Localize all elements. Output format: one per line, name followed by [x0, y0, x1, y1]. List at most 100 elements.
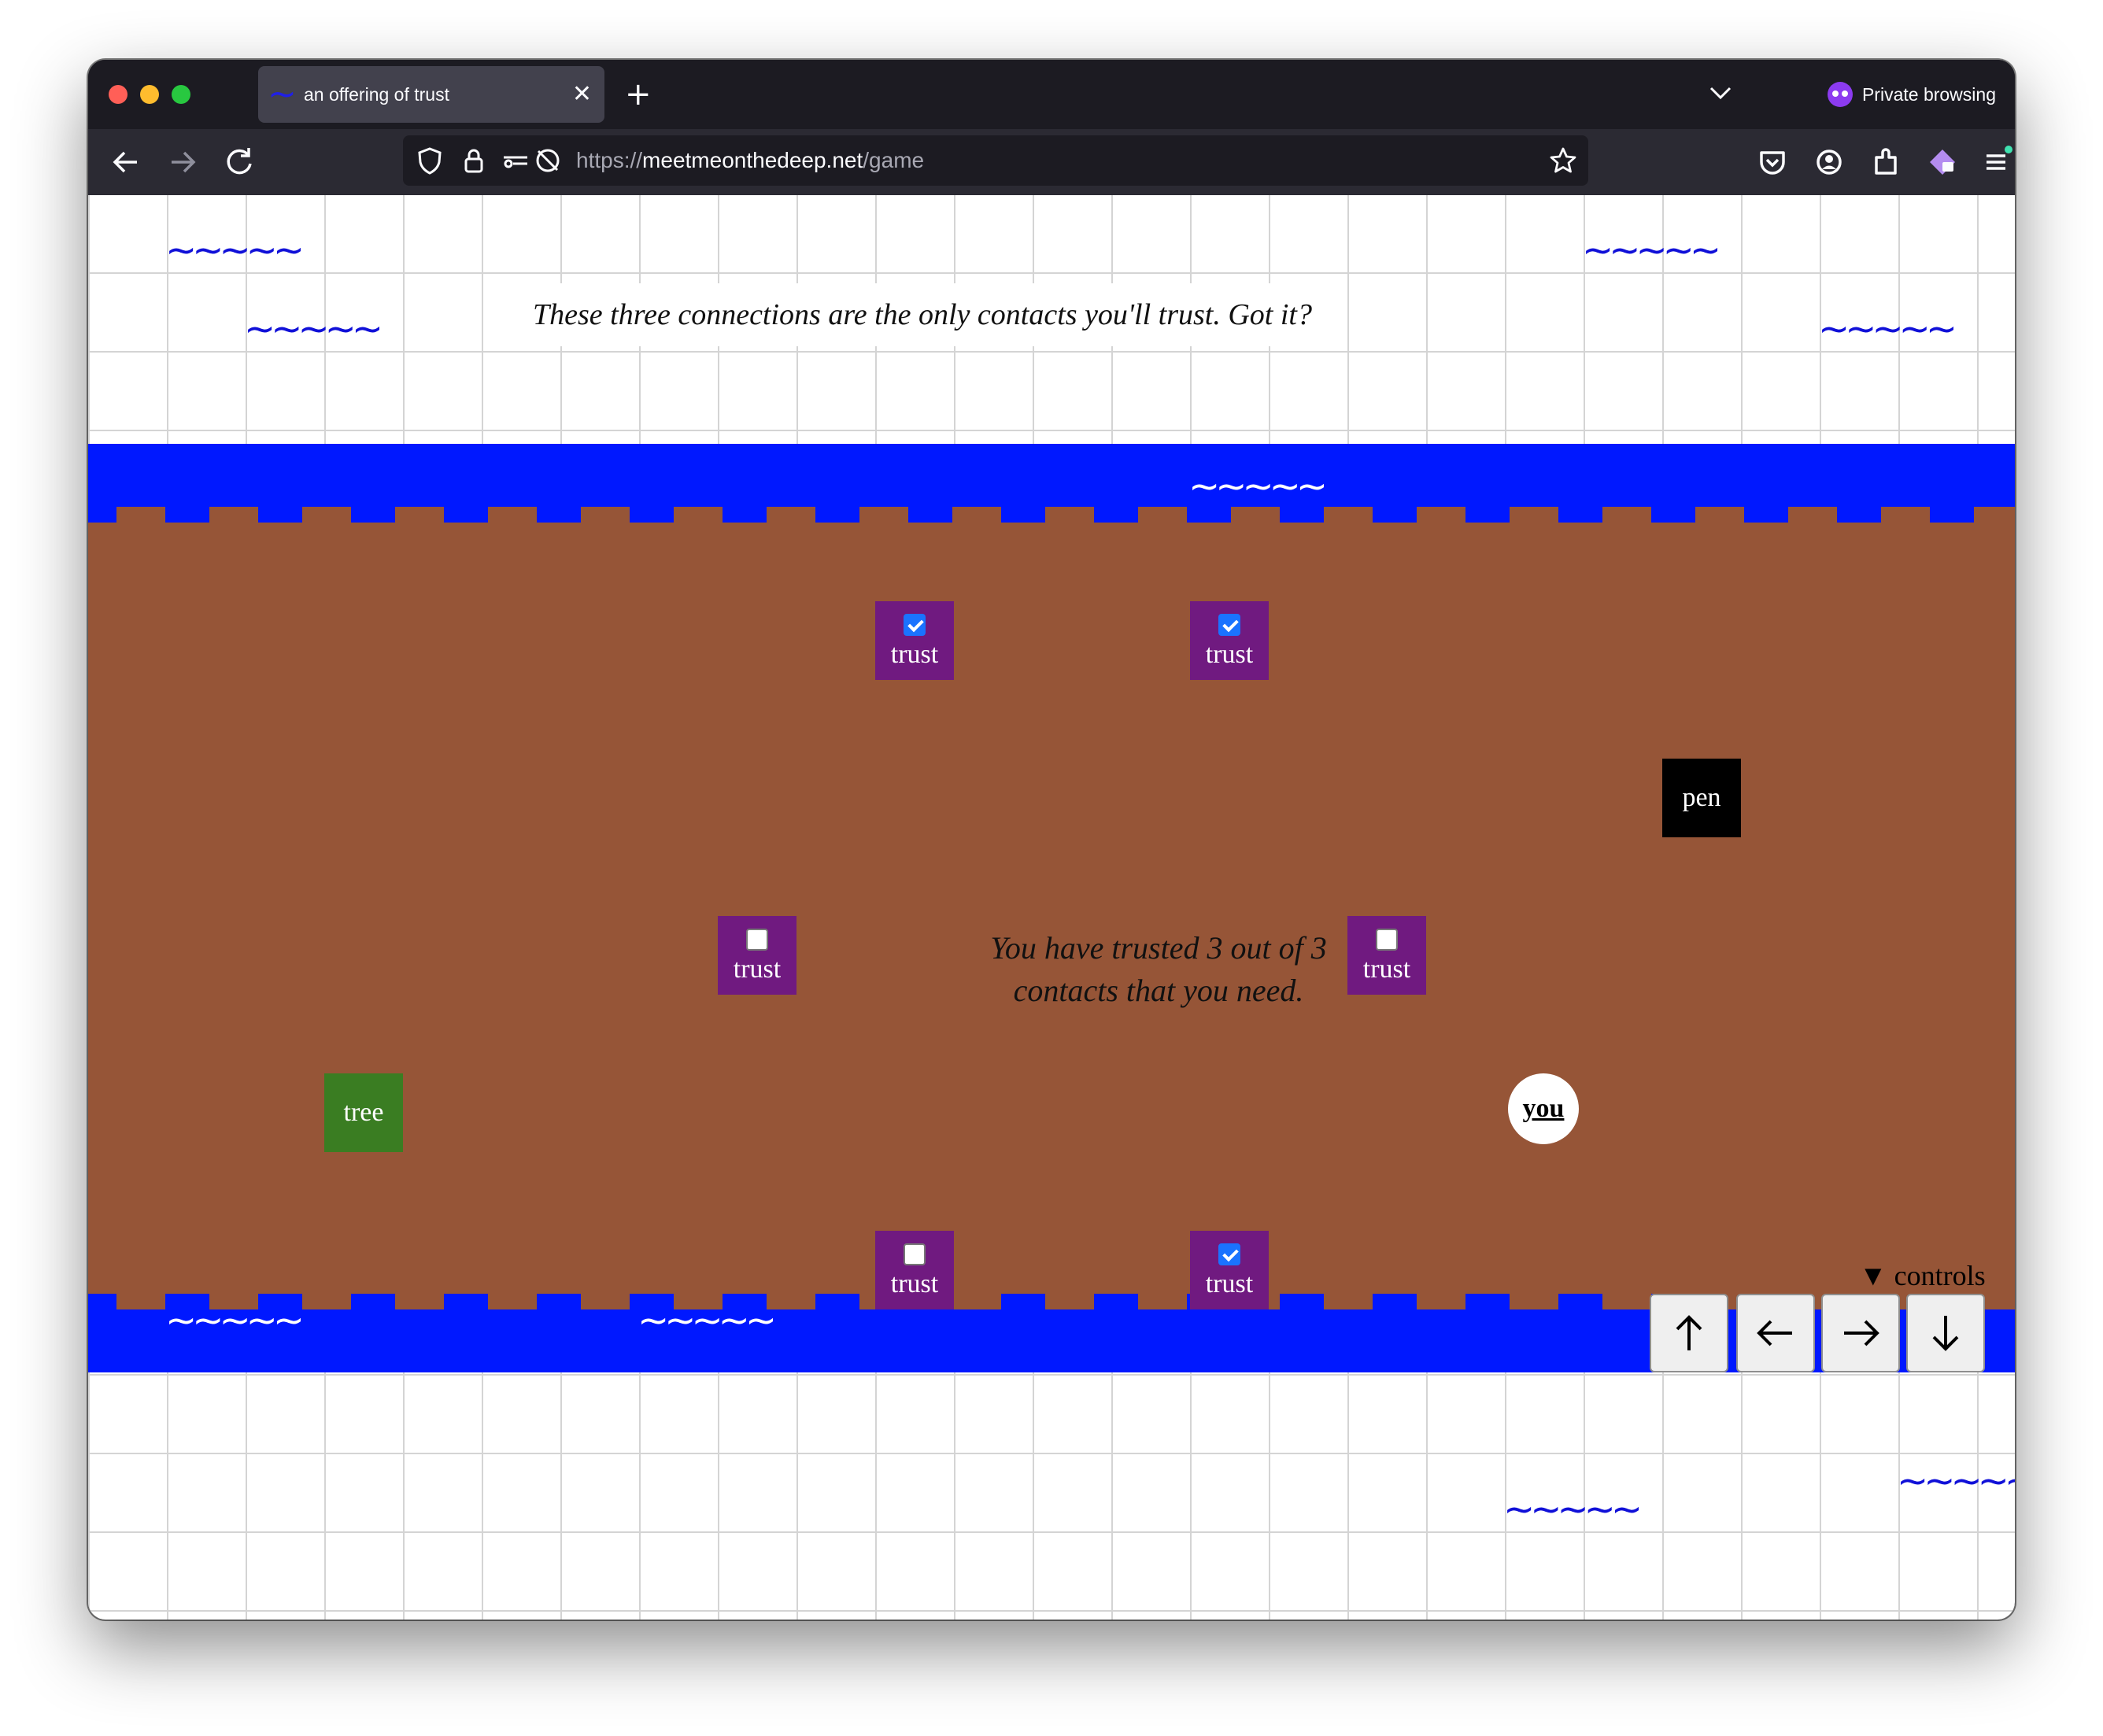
permissions-icon[interactable] — [501, 145, 532, 176]
trust-checkbox[interactable] — [1218, 614, 1240, 636]
ground-crenel — [209, 1294, 258, 1309]
controls-toggle[interactable]: ▼ controls — [1859, 1256, 1986, 1295]
zoom-window-button[interactable] — [172, 85, 190, 104]
trust-tile[interactable]: trust — [875, 601, 954, 680]
ground-crenel — [488, 507, 537, 523]
lock-icon[interactable] — [458, 145, 490, 176]
ground-crenel — [952, 1294, 1001, 1309]
shield-icon[interactable] — [414, 145, 445, 176]
ground-crenel — [488, 1294, 537, 1309]
trust-label: trust — [1205, 640, 1254, 669]
tab-active[interactable]: ~ an offering of trust ✕ — [258, 66, 604, 123]
trust-checkbox[interactable] — [904, 1243, 926, 1265]
tracking-protection-icon[interactable] — [532, 145, 564, 176]
private-browsing-label: Private browsing — [1861, 84, 1996, 105]
trust-status-message: You have trusted 3 out of 3 contacts tha… — [844, 927, 1473, 1012]
player-avatar[interactable]: you — [1508, 1073, 1579, 1144]
trust-checkbox[interactable] — [746, 929, 768, 951]
tab-strip: ~ an offering of trust ✕ + Private brows… — [88, 60, 2015, 129]
close-window-button[interactable] — [109, 85, 128, 104]
wave-decoration: ~~~~~ — [1818, 307, 1957, 351]
ground-crenel — [1602, 1294, 1651, 1309]
tab-close-icon[interactable]: ✕ — [572, 66, 592, 123]
url-path: /game — [863, 148, 925, 172]
right-arrow-icon — [1844, 1320, 1879, 1346]
trust-tile[interactable]: trust — [1190, 1231, 1269, 1309]
trust-tile[interactable]: trust — [1190, 601, 1269, 680]
up-button[interactable] — [1650, 1294, 1728, 1372]
private-browsing-indicator: Private browsing — [1827, 60, 1996, 129]
ground-crenel — [395, 1294, 444, 1309]
private-mask-icon — [1827, 81, 1853, 107]
ground-crenel — [1045, 507, 1094, 523]
back-arrow-icon[interactable] — [104, 140, 148, 184]
address-bar[interactable]: https://meetmeonthedeep.net/game — [403, 135, 1588, 186]
wave-decoration: ~~~~~ — [165, 1298, 305, 1343]
left-button[interactable] — [1736, 1294, 1815, 1372]
ground-crenel — [581, 1294, 630, 1309]
pocket-icon[interactable] — [1750, 140, 1794, 184]
wave-decoration: ~~~~~ — [244, 307, 383, 351]
wave-decoration: ~~~~~ — [638, 1298, 777, 1343]
menu-icon[interactable] — [1974, 140, 2015, 184]
ground-crenel — [1602, 507, 1651, 523]
wave-decoration: ~~~~~ — [1582, 228, 1721, 272]
minimize-window-button[interactable] — [140, 85, 159, 104]
ground-crenel — [1417, 1294, 1465, 1309]
top-message: These three connections are the only con… — [497, 283, 1347, 346]
forward-arrow-icon[interactable] — [161, 140, 205, 184]
extension-badge-icon[interactable] — [1920, 140, 1964, 184]
ground-crenel — [1231, 507, 1280, 523]
trust-tile[interactable]: trust — [718, 916, 796, 995]
favicon-icon: ~ — [268, 74, 297, 114]
chevron-down-icon[interactable] — [1705, 77, 1736, 109]
ground — [88, 523, 2015, 1294]
ground-crenel — [1881, 507, 1930, 523]
ground-crenel — [952, 507, 1001, 523]
down-button[interactable] — [1906, 1294, 1985, 1372]
tab-title: an offering of trust — [304, 84, 449, 105]
trust-label: trust — [733, 955, 782, 984]
ground-crenel — [581, 507, 630, 523]
trust-tile[interactable]: trust — [875, 1231, 954, 1309]
url-scheme: https:// — [576, 148, 643, 172]
new-tab-button[interactable]: + — [625, 69, 652, 120]
left-arrow-icon — [1757, 1320, 1792, 1346]
ground-crenel — [1974, 507, 2015, 523]
ground-crenel — [859, 507, 908, 523]
wave-decoration: ~~~~~ — [1188, 464, 1328, 508]
ground-crenel — [1417, 507, 1465, 523]
ground-crenel — [302, 1294, 351, 1309]
ground-crenel — [395, 507, 444, 523]
ground-crenel — [1324, 1294, 1373, 1309]
ground-crenel — [674, 507, 723, 523]
ground-crenel — [767, 507, 815, 523]
ground-crenel — [1138, 507, 1187, 523]
trust-label: trust — [890, 1269, 939, 1298]
ground-crenel — [1510, 507, 1558, 523]
status-line: You have trusted 3 out of 3 — [990, 930, 1327, 966]
reload-icon[interactable] — [217, 140, 261, 184]
ground-crenel — [1788, 507, 1837, 523]
tree-tile[interactable]: tree — [324, 1073, 403, 1152]
account-icon[interactable] — [1807, 140, 1851, 184]
ground-crenel — [1138, 1294, 1187, 1309]
extensions-icon[interactable] — [1864, 140, 1908, 184]
ground-crenel — [1695, 507, 1744, 523]
ground-crenel — [209, 507, 258, 523]
pen-tile[interactable]: pen — [1662, 759, 1741, 837]
navigation-bar: https://meetmeonthedeep.net/game — [88, 129, 2015, 195]
status-line: contacts that you need. — [1013, 973, 1304, 1008]
trust-checkbox[interactable] — [1218, 1243, 1240, 1265]
url-domain: meetmeonthedeep.net — [642, 148, 863, 172]
url-text[interactable]: https://meetmeonthedeep.net/game — [576, 135, 924, 186]
trust-checkbox[interactable] — [904, 614, 926, 636]
right-button[interactable] — [1821, 1294, 1900, 1372]
ground-crenel — [116, 507, 165, 523]
up-arrow-icon — [1676, 1315, 1702, 1350]
wave-decoration: ~~~~~ — [165, 228, 305, 272]
wave-decoration: ~~~~~ — [1503, 1487, 1643, 1531]
bookmark-star-icon[interactable] — [1547, 145, 1579, 176]
ground-crenel — [1324, 507, 1373, 523]
game-viewport: ~~~~~ ~~~~~ ~~~~~ ~~~~~ ~~~~~ These thre… — [88, 195, 2015, 1620]
